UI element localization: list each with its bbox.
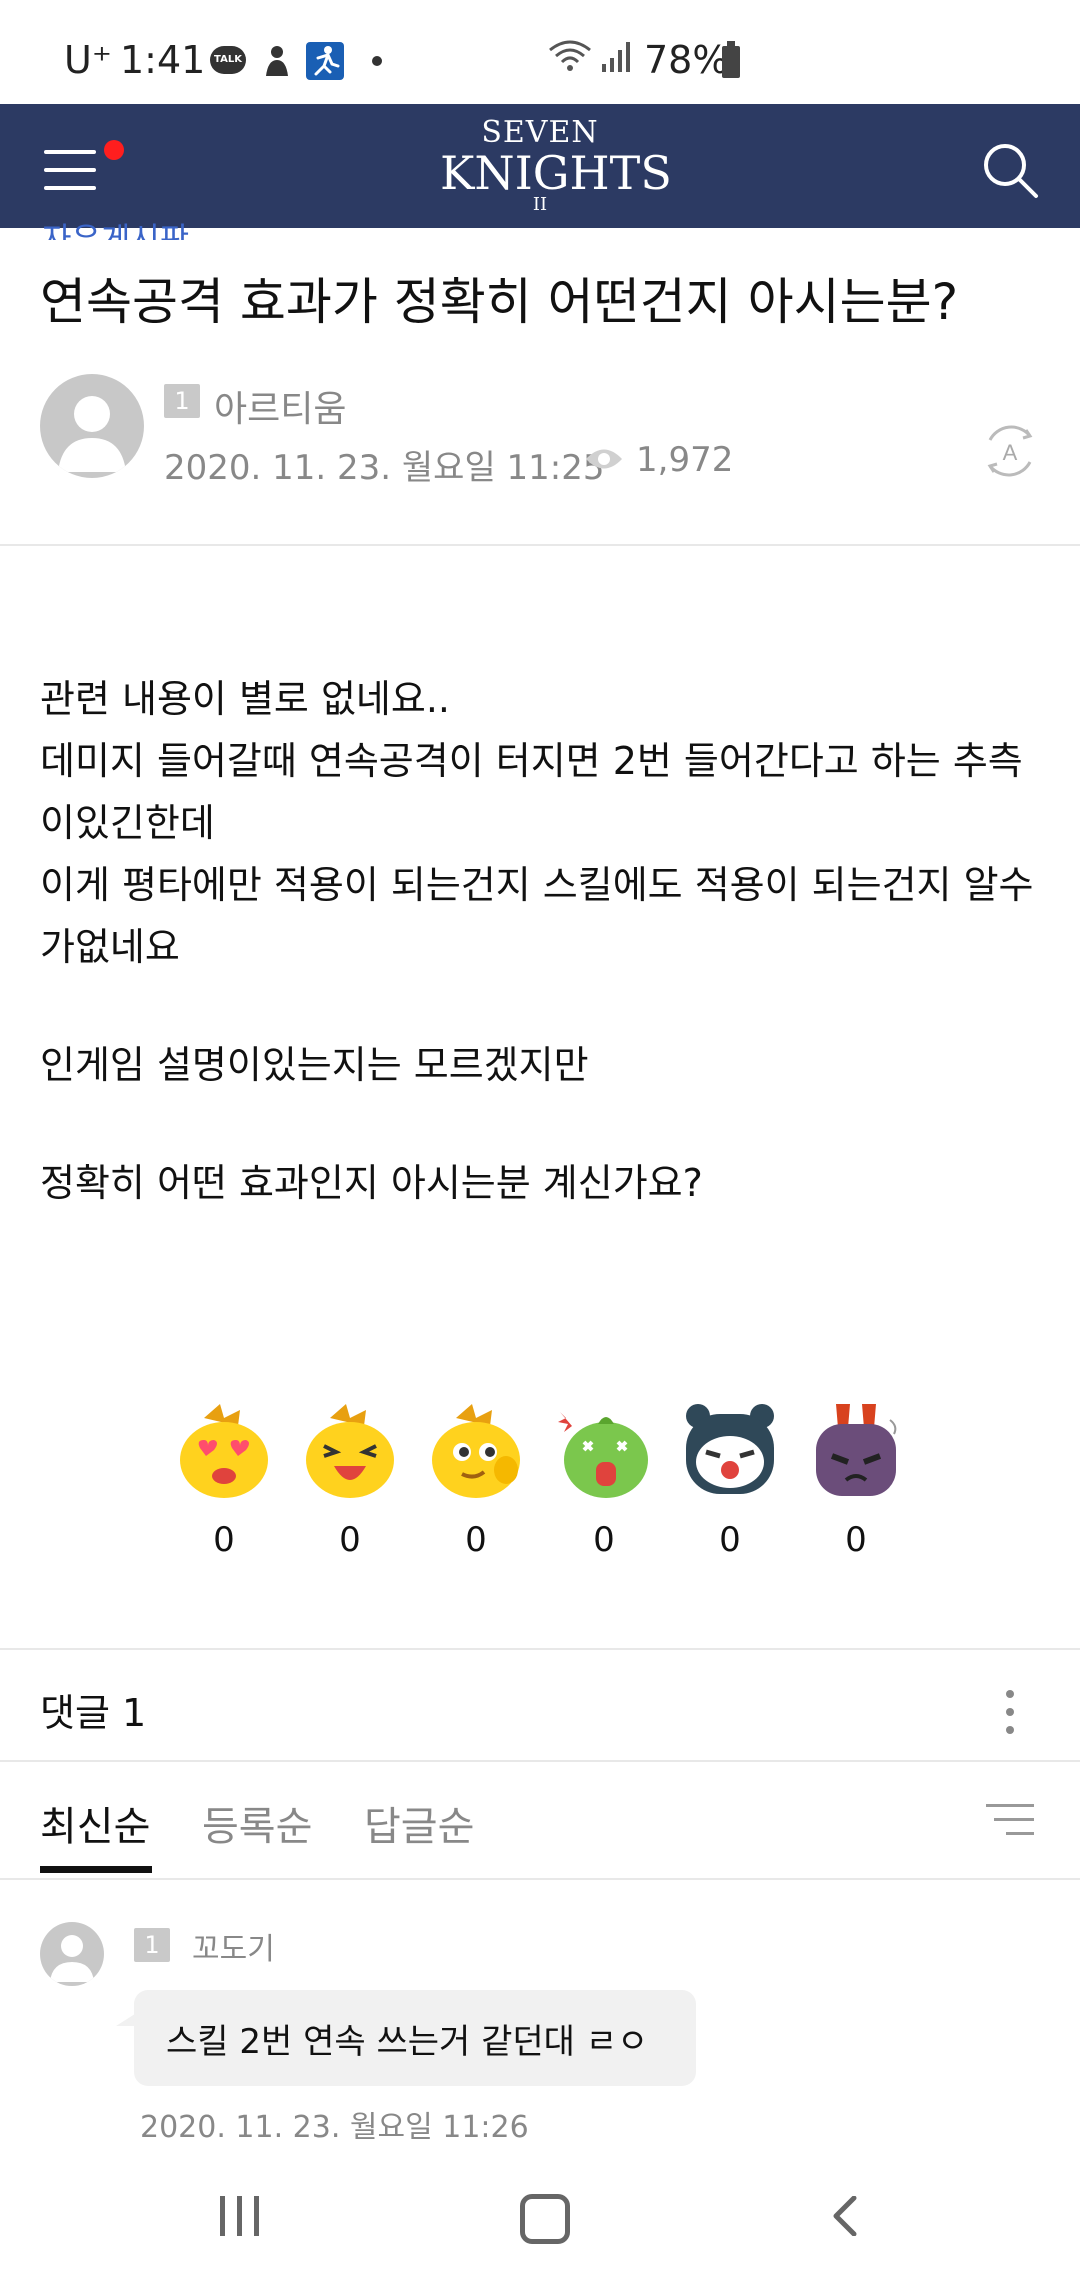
divider xyxy=(0,1878,1080,1880)
comment-count-header: 댓글 1 xyxy=(40,1691,147,1735)
running-icon xyxy=(306,42,344,80)
translate-button[interactable]: A xyxy=(982,420,1038,482)
hamburger-icon xyxy=(44,150,96,154)
svg-text:A: A xyxy=(1003,440,1018,465)
body-line: 인게임 설명이있는지는 모르겠지만 xyxy=(40,1043,589,1087)
menu-button[interactable] xyxy=(40,140,124,198)
search-button[interactable] xyxy=(980,140,1040,200)
reaction-think[interactable]: 0 xyxy=(426,1400,526,1580)
board-name[interactable]: 자유게시판 xyxy=(42,214,189,240)
comment-text: 스킬 2번 연속 쓰는거 같던대 ㄹㅇ xyxy=(166,2022,649,2062)
reaction-laugh[interactable]: 0 xyxy=(300,1400,400,1580)
shocked-emoji-icon xyxy=(558,1412,648,1498)
comment-author[interactable]: 꼬도기 xyxy=(192,1924,275,1968)
sort-lines-icon xyxy=(986,1804,1034,1807)
translate-icon: A xyxy=(987,425,1033,477)
status-bar: U⁺ 1:41 TALK 78% xyxy=(0,0,1080,104)
app-header: SEVEN KNIGHTS II xyxy=(0,104,1080,228)
person-icon xyxy=(262,44,292,86)
notification-dot xyxy=(104,140,124,160)
laughing-emoji-icon xyxy=(306,1404,394,1498)
back-icon xyxy=(833,2195,857,2237)
reaction-count: 0 xyxy=(213,1520,235,1560)
post-body: 관련 내용이 별로 없네요.. 데미지 들어갈때 연속공격이 터지면 2번 들어… xyxy=(40,668,1050,1214)
tab-replies[interactable]: 답글순 xyxy=(364,1794,474,1852)
comment-bubble[interactable]: 스킬 2번 연속 쓰는거 같던대 ㄹㅇ xyxy=(116,1990,696,2086)
battery-icon xyxy=(722,41,740,78)
clock: 1:41 xyxy=(120,38,206,82)
divider xyxy=(0,1648,1080,1650)
reaction-shock[interactable]: 0 xyxy=(554,1400,654,1580)
tab-latest[interactable]: 최신순 xyxy=(40,1794,150,1852)
body-line: 이게 평타에만 적용이 되는건지 스킬에도 적용이 되는건지 알수가없네요 xyxy=(40,863,1034,969)
sort-button[interactable] xyxy=(986,1800,1034,1840)
active-tab-indicator xyxy=(40,1866,152,1873)
comment-avatar[interactable] xyxy=(40,1922,104,1986)
level-badge: 1 xyxy=(164,384,200,418)
carrier-label: U⁺ xyxy=(64,38,112,82)
eye-icon xyxy=(584,444,624,478)
reaction-count: 0 xyxy=(593,1520,615,1560)
reaction-count: 0 xyxy=(339,1520,361,1560)
avatar[interactable] xyxy=(40,374,144,478)
comment-level-badge: 1 xyxy=(134,1928,170,1962)
signal-icon xyxy=(600,40,634,78)
view-count: 1,972 xyxy=(636,440,734,480)
angry-emoji-icon xyxy=(816,1404,897,1496)
wifi-icon xyxy=(548,38,592,78)
recents-icon xyxy=(220,2196,225,2236)
body-line: 관련 내용이 별로 없네요.. xyxy=(40,677,450,721)
back-button[interactable] xyxy=(826,2195,866,2237)
sad-emoji-icon xyxy=(686,1404,774,1494)
search-icon xyxy=(984,144,1038,198)
reaction-sad[interactable]: 0 xyxy=(680,1400,780,1580)
kebab-icon xyxy=(1006,1690,1014,1698)
talk-icon: TALK xyxy=(210,46,246,74)
battery-level: 78% xyxy=(644,38,729,82)
more-dot-icon xyxy=(372,56,382,66)
comment-date: 2020. 11. 23. 월요일 11:26 xyxy=(140,2110,529,2145)
reaction-count: 0 xyxy=(465,1520,487,1560)
author-name[interactable]: 아르티움 xyxy=(214,380,346,432)
seven-knights-logo[interactable]: SEVEN KNIGHTS II xyxy=(440,116,672,220)
body-line xyxy=(40,1096,1050,1152)
post-title: 연속공격 효과가 정확히 어떤건지 아시는분? xyxy=(40,273,959,331)
recents-button[interactable] xyxy=(218,2196,262,2236)
body-line xyxy=(40,978,1050,1034)
reaction-angry[interactable]: 0 xyxy=(806,1400,906,1580)
body-line: 정확히 어떤 효과인지 아시는분 계신가요? xyxy=(40,1161,703,1205)
divider xyxy=(0,544,1080,546)
thinking-emoji-icon xyxy=(432,1404,520,1498)
home-button[interactable] xyxy=(520,2194,570,2244)
reaction-count: 0 xyxy=(845,1520,867,1560)
more-options-button[interactable] xyxy=(1000,1688,1020,1736)
reaction-count: 0 xyxy=(719,1520,741,1560)
reaction-love[interactable]: 0 xyxy=(174,1400,274,1580)
divider xyxy=(0,1760,1080,1762)
love-eyes-emoji-icon xyxy=(180,1404,268,1498)
tab-registered[interactable]: 등록순 xyxy=(202,1794,312,1852)
post-date: 2020. 11. 23. 월요일 11:25 xyxy=(164,448,605,488)
body-line: 데미지 들어갈때 연속공격이 터지면 2번 들어간다고 하는 추측이있긴한데 xyxy=(40,739,1023,845)
